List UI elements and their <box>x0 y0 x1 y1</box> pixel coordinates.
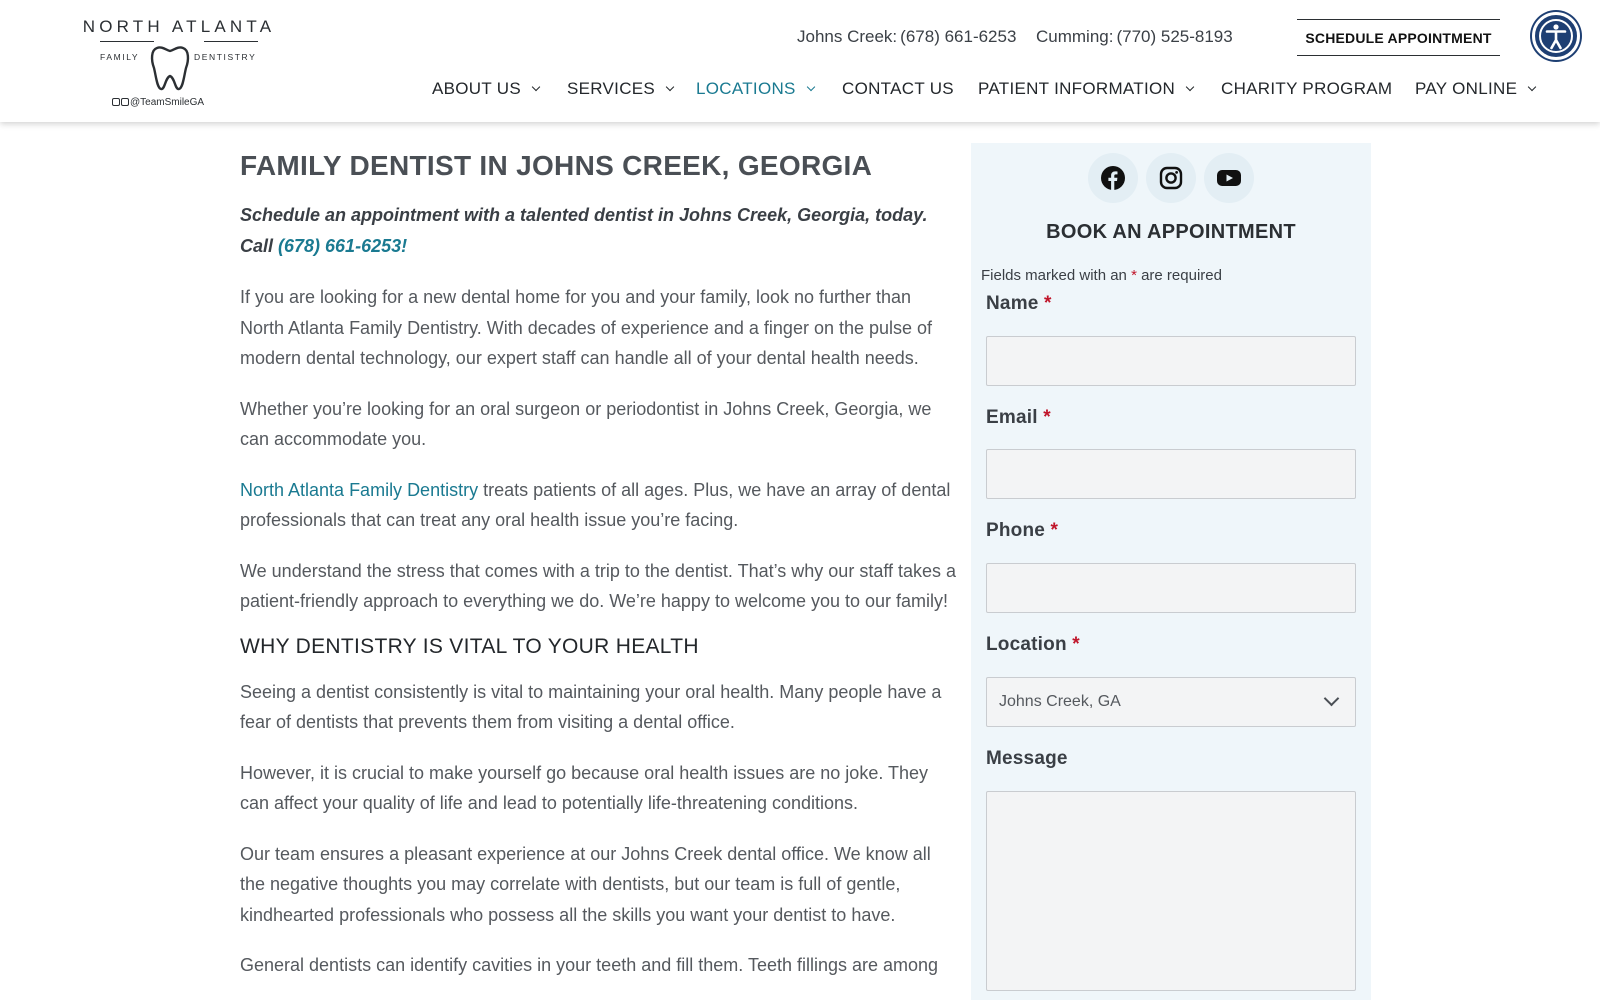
chevron-down-icon <box>1323 690 1340 707</box>
nav-patient-information[interactable]: PATIENT INFORMATION <box>978 79 1195 99</box>
chevron-down-icon <box>531 82 541 92</box>
paragraph: Whether you’re looking for an oral surge… <box>240 398 932 450</box>
message-textarea[interactable] <box>986 791 1356 991</box>
site-logo[interactable]: NORTH ATLANTA FAMILY DENTISTRY @TeamSmil… <box>82 17 276 113</box>
paragraph: We understand the stress that comes with… <box>240 560 957 612</box>
name-input[interactable] <box>986 336 1356 386</box>
instagram-icon[interactable] <box>1146 153 1196 203</box>
nav-contact-us[interactable]: CONTACT US <box>842 79 954 99</box>
nav-services[interactable]: SERVICES <box>567 79 675 99</box>
social-links <box>971 153 1371 203</box>
email-input[interactable] <box>986 449 1356 499</box>
lead-phone-link[interactable]: (678) 661-6253 <box>278 236 401 256</box>
location-label: Location * <box>986 634 1080 655</box>
main-content: FAMILY DENTIST IN JOHNS CREEK, GEORGIA S… <box>240 140 960 981</box>
logo-social-handle: @TeamSmileGA <box>112 97 204 108</box>
message-label: Message <box>986 748 1068 769</box>
required-fields-note: Fields marked with an * are required <box>981 267 1222 284</box>
form-title: BOOK AN APPOINTMENT <box>1046 221 1296 243</box>
logo-wordmark: NORTH ATLANTA <box>82 17 276 36</box>
logo-dentistry: DENTISTRY <box>194 52 257 62</box>
nav-pay-online[interactable]: PAY ONLINE <box>1415 79 1537 99</box>
site-header: NORTH ATLANTA FAMILY DENTISTRY @TeamSmil… <box>0 0 1600 122</box>
paragraph: However, it is crucial to make yourself … <box>240 762 929 814</box>
phone-cumming[interactable]: Cumming: (770) 525-8193 <box>1036 27 1233 47</box>
lead-paragraph: Schedule an appointment with a talented … <box>240 205 928 256</box>
chevron-down-icon <box>665 82 675 92</box>
schedule-appointment-button[interactable]: SCHEDULE APPOINTMENT <box>1297 19 1500 56</box>
section-heading: WHY DENTISTRY IS VITAL TO YOUR HEALTH <box>240 634 699 658</box>
logo-rule-left <box>100 41 154 42</box>
youtube-icon[interactable] <box>1204 153 1255 203</box>
nav-charity-program[interactable]: CHARITY PROGRAM <box>1221 79 1392 99</box>
phone-johns-creek[interactable]: Johns Creek: (678) 661-6253 <box>797 27 1016 47</box>
name-label: Name * <box>986 293 1052 314</box>
nav-locations[interactable]: LOCATIONS <box>696 79 815 99</box>
practice-link[interactable]: North Atlanta Family Dentistry <box>240 480 478 500</box>
chevron-down-icon <box>1185 82 1195 92</box>
location-select[interactable]: Johns Creek, GA <box>986 677 1356 727</box>
paragraph: North Atlanta Family Dentistry treats pa… <box>240 479 951 531</box>
logo-rule-right <box>204 41 258 42</box>
paragraph: Seeing a dentist consistently is vital t… <box>240 681 942 733</box>
nav-about-us[interactable]: ABOUT US <box>432 79 541 99</box>
phone-label: Phone * <box>986 520 1059 541</box>
paragraph: General dentists can identify cavities i… <box>240 955 939 975</box>
paragraph: Our team ensures a pleasant experience a… <box>240 843 931 925</box>
phone-input[interactable] <box>986 563 1356 613</box>
tooth-logo-icon <box>150 46 190 91</box>
page-title: FAMILY DENTIST IN JOHNS CREEK, GEORGIA <box>240 150 873 181</box>
facebook-icon[interactable] <box>1087 153 1138 203</box>
appointment-sidebar: BOOK AN APPOINTMENT Fields marked with a… <box>971 143 1371 1000</box>
logo-family: FAMILY <box>100 52 140 62</box>
accessibility-icon[interactable] <box>1532 12 1580 60</box>
chevron-down-icon <box>1527 82 1537 92</box>
chevron-down-icon <box>806 82 815 92</box>
email-label: Email * <box>986 407 1051 428</box>
paragraph: If you are looking for a new dental home… <box>240 287 933 368</box>
